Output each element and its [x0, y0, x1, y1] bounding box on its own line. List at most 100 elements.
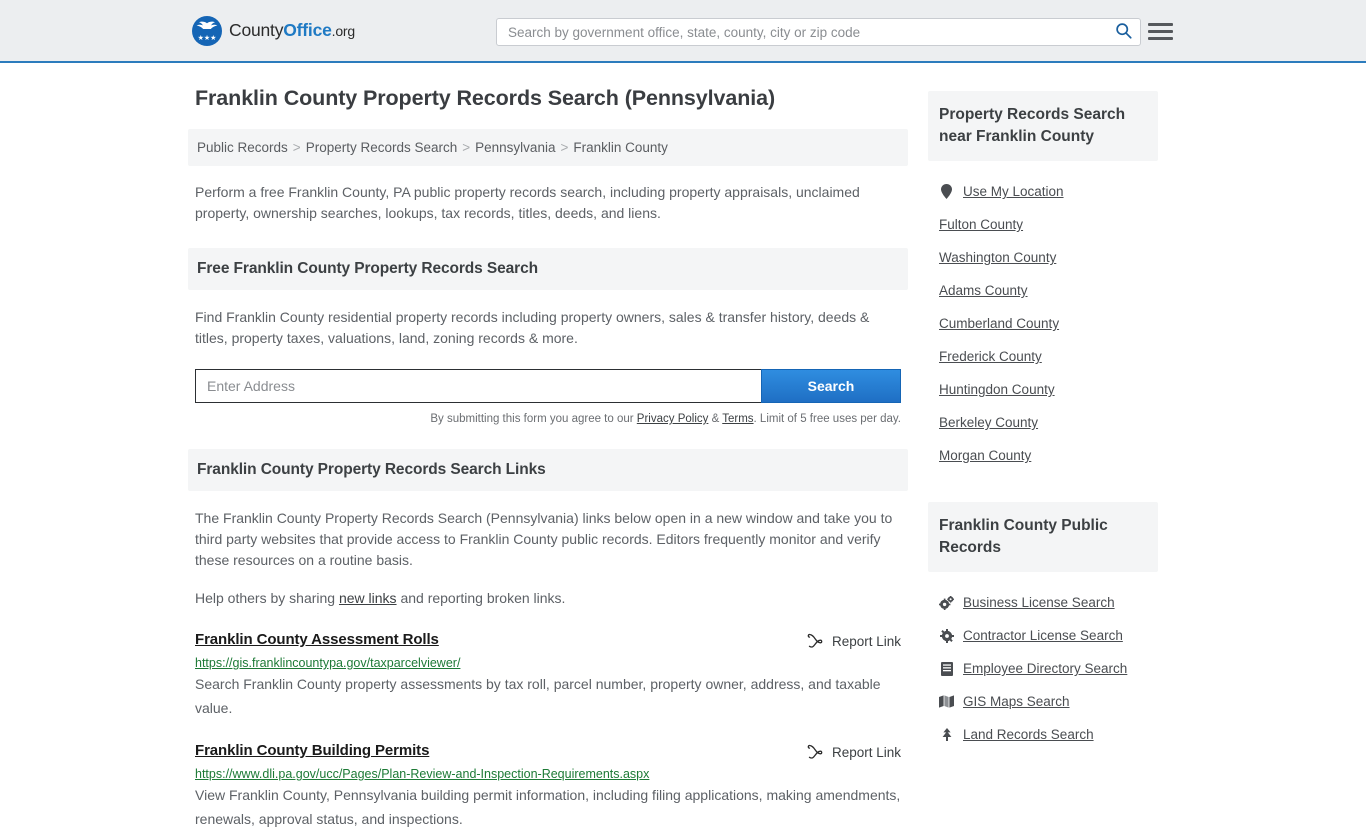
breadcrumb-separator: > [462, 140, 471, 155]
link-entry-header: Franklin County Building Permits Report … [195, 742, 901, 762]
sidebar-item-label[interactable]: Washington County [939, 250, 1056, 265]
link-entry-header: Franklin County Assessment Rolls Report … [195, 631, 901, 651]
map-pin-icon [939, 184, 954, 199]
sidebar-item-label[interactable]: Contractor License Search [963, 628, 1123, 643]
sidebar-item-label[interactable]: Fulton County [939, 217, 1023, 232]
sidebar-item-label[interactable]: Employee Directory Search [963, 661, 1127, 676]
link-entry-title[interactable]: Franklin County Building Permits [195, 742, 429, 759]
sidebar-item-frederick-county[interactable]: Frederick County [928, 340, 1158, 373]
search-input[interactable] [497, 19, 1106, 45]
sidebar-item-huntingdon-county[interactable]: Huntingdon County [928, 373, 1158, 406]
terms-link[interactable]: Terms [722, 413, 753, 425]
sidebar-item-label[interactable]: Business License Search [963, 595, 1115, 610]
free-search-section-header: Free Franklin County Property Records Se… [188, 248, 908, 290]
sidebar-item-label[interactable]: GIS Maps Search [963, 694, 1070, 709]
links-section-heading: Franklin County Property Records Search … [197, 461, 546, 478]
breadcrumb-item-property-records-search[interactable]: Property Records Search [306, 140, 458, 155]
breadcrumb-separator: > [292, 140, 301, 155]
sidebar-item-cumberland-county[interactable]: Cumberland County [928, 307, 1158, 340]
address-search-button[interactable]: Search [761, 369, 901, 403]
sidebar-item-morgan-county[interactable]: Morgan County [928, 439, 1158, 472]
broken-link-icon [807, 743, 823, 762]
site-header: ★★★ CountyOffice.org [0, 0, 1366, 63]
eagle-glyph [196, 21, 218, 31]
sidebar-item-contractor-license-search[interactable]: Contractor License Search [928, 619, 1158, 652]
report-link-button[interactable]: Report Link [807, 632, 901, 651]
sidebar-item-label[interactable]: Adams County [939, 283, 1028, 298]
book-icon [939, 661, 954, 676]
note-prefix: By submitting this form you agree to our [430, 413, 637, 425]
report-link-button[interactable]: Report Link [807, 743, 901, 762]
sidebar-item-use-my-location[interactable]: Use My Location [928, 175, 1158, 208]
brand-wordmark: CountyOffice.org [229, 20, 355, 41]
three-stars-glyph: ★★★ [197, 34, 217, 42]
note-suffix: . Limit of 5 free uses per day. [753, 413, 901, 425]
tree-icon [939, 727, 954, 742]
link-entry-title[interactable]: Franklin County Assessment Rolls [195, 631, 439, 648]
public-records-block: Franklin County Public Records Business … [928, 502, 1158, 751]
help-suffix: and reporting broken links. [396, 590, 566, 606]
sidebar-item-fulton-county[interactable]: Fulton County [928, 208, 1158, 241]
page-title: Franklin County Property Records Search … [195, 86, 776, 110]
page-container: Franklin County Property Records Search … [188, 63, 1178, 831]
breadcrumb-separator: > [560, 140, 569, 155]
brand-part-org: .org [331, 23, 356, 39]
link-entry-url[interactable]: https://www.dli.pa.gov/ucc/Pages/Plan-Re… [195, 767, 901, 781]
report-link-label: Report Link [831, 745, 901, 760]
site-logo-link[interactable]: ★★★ CountyOffice.org [192, 15, 355, 46]
brand-part-office: Office [283, 20, 332, 40]
nearby-heading: Property Records Search near Franklin Co… [939, 106, 1126, 145]
gear-icon [939, 628, 954, 643]
sidebar-item-gis-maps-search[interactable]: GIS Maps Search [928, 685, 1158, 718]
sidebar-item-label[interactable]: Cumberland County [939, 316, 1059, 331]
magnifier-icon [1115, 22, 1132, 42]
sidebar-item-business-license-search[interactable]: Business License Search [928, 586, 1158, 619]
sidebar-item-land-records-search[interactable]: Land Records Search [928, 718, 1158, 751]
search-submit-button[interactable] [1106, 19, 1140, 45]
nearby-county-list: Use My Location Fulton County Washington… [928, 175, 1158, 472]
note-amp: & [708, 413, 723, 425]
link-entry: Franklin County Building Permits Report … [195, 742, 901, 831]
global-search [496, 18, 1141, 46]
hamburger-menu-icon[interactable] [1148, 19, 1173, 44]
link-entry-description: View Franklin County, Pennsylvania build… [195, 787, 901, 827]
sidebar-item-label[interactable]: Frederick County [939, 349, 1042, 364]
page-description: Perform a free Franklin County, PA publi… [195, 184, 860, 221]
broken-link-icon [807, 632, 823, 651]
free-search-description: Find Franklin County residential propert… [195, 309, 870, 346]
breadcrumb-item-public-records[interactable]: Public Records [197, 140, 288, 155]
links-section-intro: The Franklin County Property Records Sea… [195, 510, 893, 568]
sidebar-item-adams-county[interactable]: Adams County [928, 274, 1158, 307]
breadcrumb-item-franklin-county[interactable]: Franklin County [573, 140, 668, 155]
privacy-policy-link[interactable]: Privacy Policy [637, 413, 709, 425]
map-icon [939, 694, 954, 709]
link-entry: Franklin County Assessment Rolls Report … [195, 631, 901, 720]
public-records-section-header: Franklin County Public Records [928, 502, 1158, 572]
address-input[interactable] [195, 369, 761, 403]
main-content: Franklin County Property Records Search … [188, 85, 908, 831]
hamburger-bar [1148, 30, 1173, 33]
sidebar-item-label[interactable]: Use My Location [963, 184, 1064, 199]
links-section-help: Help others by sharing new links and rep… [195, 588, 901, 609]
link-entry-url[interactable]: https://gis.franklincountypa.gov/taxparc… [195, 656, 901, 670]
sidebar-item-label[interactable]: Morgan County [939, 448, 1031, 463]
report-link-label: Report Link [831, 634, 901, 649]
breadcrumb-item-pennsylvania[interactable]: Pennsylvania [475, 140, 555, 155]
links-section-header: Franklin County Property Records Search … [188, 449, 908, 491]
link-entry-description: Search Franklin County property assessme… [195, 676, 881, 716]
sidebar-item-berkeley-county[interactable]: Berkeley County [928, 406, 1158, 439]
eagle-stars-logo-icon: ★★★ [192, 15, 222, 46]
breadcrumb: Public Records > Property Records Search > P… [188, 129, 908, 166]
public-records-heading: Franklin County Public Records [939, 517, 1108, 556]
new-links-link[interactable]: new links [339, 590, 397, 606]
address-search-form: Search [195, 369, 901, 403]
public-records-list: Business License Search Contractor Licen… [928, 586, 1158, 751]
form-legal-note: By submitting this form you agree to our… [195, 413, 901, 425]
nearby-section-header: Property Records Search near Franklin Co… [928, 91, 1158, 161]
sidebar: Property Records Search near Franklin Co… [928, 85, 1158, 751]
sidebar-item-label[interactable]: Land Records Search [963, 727, 1094, 742]
sidebar-item-employee-directory-search[interactable]: Employee Directory Search [928, 652, 1158, 685]
sidebar-item-label[interactable]: Berkeley County [939, 415, 1038, 430]
sidebar-item-label[interactable]: Huntingdon County [939, 382, 1055, 397]
sidebar-item-washington-county[interactable]: Washington County [928, 241, 1158, 274]
